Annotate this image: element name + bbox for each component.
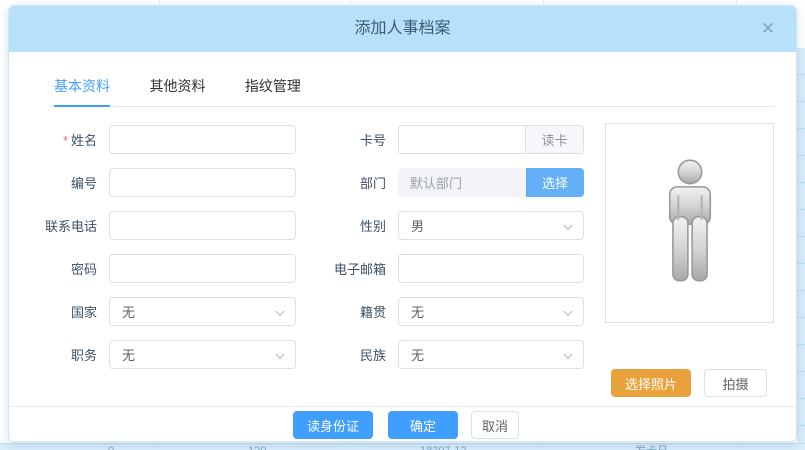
form-row-name: *姓名 xyxy=(29,125,296,154)
tab-fingerprint[interactable]: 指纹管理 xyxy=(245,76,301,105)
background-cell: 发卡日 xyxy=(635,445,668,450)
capture-button[interactable]: 拍摄 xyxy=(704,369,767,397)
background-cell: 0 xyxy=(108,445,114,450)
ethnicity-select[interactable]: 无 xyxy=(398,340,584,369)
password-input[interactable] xyxy=(109,254,296,283)
department-select-button[interactable]: 选择 xyxy=(526,168,584,197)
dialog-title: 添加人事档案 xyxy=(9,6,796,52)
photo-placeholder xyxy=(605,123,774,323)
password-label: 密码 xyxy=(29,259,97,278)
add-personnel-dialog: 添加人事档案 ✕ 基本资料 其他资料 指纹管理 *姓名 编号 联系电话 密码 国… xyxy=(8,5,797,442)
chevron-down-icon xyxy=(274,349,286,361)
form-row-phone: 联系电话 xyxy=(29,211,296,240)
name-label: *姓名 xyxy=(29,130,97,149)
form-row-number: 编号 xyxy=(29,168,296,197)
select-photo-button[interactable]: 选择照片 xyxy=(611,369,691,397)
chevron-down-icon xyxy=(562,306,574,318)
close-icon[interactable]: ✕ xyxy=(758,19,778,39)
card-number-group: 读卡 xyxy=(398,125,584,154)
form-row-gender: 性别 男 xyxy=(318,211,584,240)
form-row-email: 电子邮箱 xyxy=(318,254,584,283)
email-input[interactable] xyxy=(398,254,584,283)
native-place-select-value: 无 xyxy=(411,302,424,321)
tab-basic-info[interactable]: 基本资料 xyxy=(54,76,110,107)
country-select-value: 无 xyxy=(122,302,135,321)
required-asterisk: * xyxy=(63,133,68,148)
ethnicity-select-value: 无 xyxy=(411,345,424,364)
form-row-card-number: 卡号 读卡 xyxy=(318,125,584,154)
ok-button[interactable]: 确定 xyxy=(388,411,458,439)
form-column-right: 卡号 读卡 部门 默认部门 选择 性别 男 电子邮箱 籍贯 xyxy=(318,125,584,369)
form-column-left: *姓名 编号 联系电话 密码 国家 无 职务 无 xyxy=(29,125,296,369)
chevron-down-icon xyxy=(562,220,574,232)
position-label: 职务 xyxy=(29,345,97,364)
name-input[interactable] xyxy=(109,125,296,154)
dialog-titlebar: 添加人事档案 ✕ xyxy=(9,6,796,52)
tab-other-info[interactable]: 其他资料 xyxy=(149,76,205,105)
background-cell: 18307-12 xyxy=(420,445,467,450)
country-select[interactable]: 无 xyxy=(109,297,296,326)
ethnicity-label: 民族 xyxy=(318,345,386,364)
cancel-button[interactable]: 取消 xyxy=(471,411,519,439)
country-label: 国家 xyxy=(29,302,97,321)
background-table-row: 0 120 18307-12 发卡日 xyxy=(0,443,805,450)
tab-bar: 基本资料 其他资料 指纹管理 xyxy=(49,76,774,107)
card-number-label: 卡号 xyxy=(318,130,386,149)
form-row-native-place: 籍贯 无 xyxy=(318,297,584,326)
card-number-input[interactable] xyxy=(399,126,525,154)
position-select[interactable]: 无 xyxy=(109,340,296,369)
read-card-button[interactable]: 读卡 xyxy=(525,126,583,153)
background-cell: 120 xyxy=(248,445,266,450)
number-label: 编号 xyxy=(29,173,97,192)
position-select-value: 无 xyxy=(122,345,135,364)
gender-select[interactable]: 男 xyxy=(398,211,584,240)
email-label: 电子邮箱 xyxy=(318,259,386,278)
form-row-ethnicity: 民族 无 xyxy=(318,340,584,369)
native-place-select[interactable]: 无 xyxy=(398,297,584,326)
read-id-card-button[interactable]: 读身份证 xyxy=(293,411,373,439)
person-silhouette-icon xyxy=(658,158,722,289)
gender-select-value: 男 xyxy=(411,216,424,235)
form-row-password: 密码 xyxy=(29,254,296,283)
form-row-country: 国家 无 xyxy=(29,297,296,326)
form-row-position: 职务 无 xyxy=(29,340,296,369)
phone-label: 联系电话 xyxy=(29,216,97,235)
gender-label: 性别 xyxy=(318,216,386,235)
phone-input[interactable] xyxy=(109,211,296,240)
chevron-down-icon xyxy=(562,349,574,361)
native-place-label: 籍贯 xyxy=(318,302,386,321)
form-row-department: 部门 默认部门 选择 xyxy=(318,168,584,197)
department-group: 默认部门 选择 xyxy=(398,168,584,197)
number-input[interactable] xyxy=(109,168,296,197)
footer-divider xyxy=(9,406,796,407)
department-value: 默认部门 xyxy=(398,168,526,197)
chevron-down-icon xyxy=(274,306,286,318)
background-table-rows xyxy=(797,48,805,450)
department-label: 部门 xyxy=(318,173,386,192)
